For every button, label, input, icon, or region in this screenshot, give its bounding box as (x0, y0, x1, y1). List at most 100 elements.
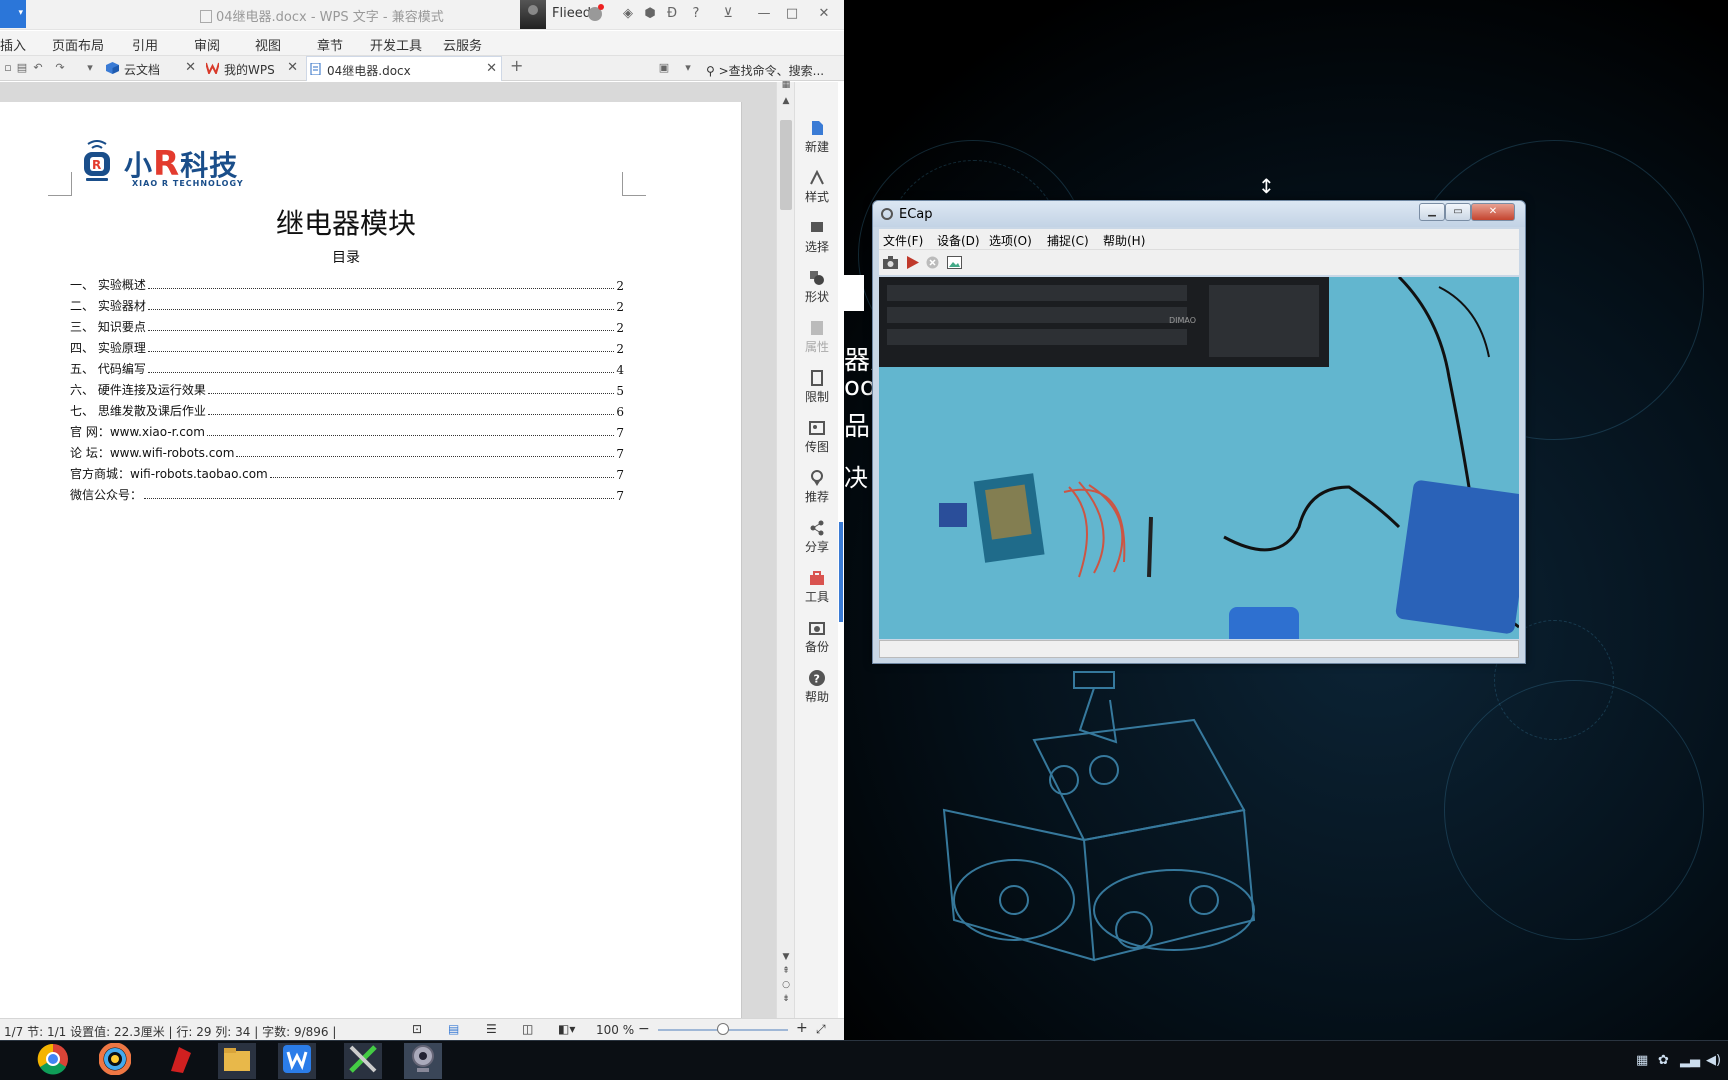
ecap-menu-file[interactable]: 文件(F) (883, 232, 923, 249)
browse-object-icon[interactable]: ○ (781, 980, 791, 990)
red-app-icon[interactable] (162, 1043, 200, 1079)
zoom-out-icon[interactable]: − (638, 1021, 650, 1037)
toc-entry[interactable]: 官 网：www.xiao-r.com 7 (70, 419, 624, 440)
prev-page-icon[interactable]: ⇞ (781, 966, 791, 976)
quick-access-dropdown-icon[interactable]: ▾ (84, 62, 96, 74)
menu-insert[interactable]: 插入 (0, 35, 26, 54)
toc-entry[interactable]: 六、 硬件连接及运行效果 5 (70, 377, 624, 398)
toc-entry[interactable]: 七、 思维发散及课后作业 6 (70, 398, 624, 419)
scroll-up-icon[interactable]: ▲ (781, 96, 791, 106)
zoom-in-icon[interactable]: + (796, 1020, 808, 1036)
chrome-icon[interactable] (34, 1043, 72, 1079)
ecap-menu-help[interactable]: 帮助(H) (1103, 232, 1145, 249)
close-tab-icon[interactable]: ✕ (185, 60, 196, 75)
download-icon[interactable]: ⊻ (720, 6, 736, 22)
fullscreen-view-icon[interactable]: ⊡ (412, 1022, 422, 1036)
user-name[interactable]: Flieed (552, 6, 591, 21)
ruler-toggle-icon[interactable]: ▦ (781, 80, 791, 90)
document-canvas[interactable]: R 小R科技 XIAO R TECHNOLOGY 继电器模块 目录 一、 实验概… (0, 82, 776, 1040)
document-page[interactable]: R 小R科技 XIAO R TECHNOLOGY 继电器模块 目录 一、 实验概… (0, 102, 742, 1040)
side-share[interactable]: 分享 (795, 520, 839, 555)
fit-window-icon[interactable]: ⤢ (816, 1022, 826, 1037)
side-shape[interactable]: 形状 (795, 270, 839, 305)
tools-icon[interactable] (344, 1043, 382, 1079)
menu-references[interactable]: 引用 (132, 35, 158, 54)
side-style[interactable]: 样式 (795, 170, 839, 205)
scroll-thumb[interactable] (780, 120, 792, 210)
toc-entry[interactable]: 论 坛：www.wifi-robots.com 7 (70, 440, 624, 461)
ecap-close-button[interactable]: ✕ (1471, 203, 1515, 221)
stop-icon[interactable] (925, 256, 940, 269)
toc-entry[interactable]: 五、 代码编写 4 (70, 356, 624, 377)
user-avatar[interactable] (520, 0, 546, 29)
notification-badge-icon[interactable] (588, 4, 604, 21)
ecap-maximize-button[interactable]: ▭ (1445, 203, 1471, 221)
color-picker-icon[interactable] (96, 1042, 134, 1079)
settings-icon[interactable]: ⬢ (642, 6, 658, 22)
menu-page-layout[interactable]: 页面布局 (52, 35, 104, 54)
toc-entry[interactable]: 微信公众号： 7 (70, 482, 624, 503)
ecap-title-bar[interactable]: ECap ▁ ▭ ✕ (873, 201, 1525, 227)
tab-current-document[interactable]: 04继电器.docx ✕ (306, 56, 502, 81)
tray-network-icon[interactable]: ▦ (1636, 1053, 1648, 1068)
side-send-image[interactable]: 传图 (795, 420, 839, 455)
toc-entry[interactable]: 一、 实验概述 2 (70, 272, 624, 293)
side-backup[interactable]: 备份 (795, 620, 839, 655)
menu-cloud[interactable]: 云服务 (443, 35, 482, 54)
maximize-button[interactable]: □ (784, 6, 800, 22)
scroll-down-icon[interactable]: ▼ (781, 952, 791, 962)
tray-input-icon[interactable]: ✿ (1658, 1053, 1669, 1068)
tray-volume-icon[interactable]: ◀) (1706, 1053, 1721, 1068)
web-view-icon[interactable]: ◫ (522, 1022, 533, 1036)
side-recommend[interactable]: 推荐 (795, 470, 839, 505)
close-tab-icon[interactable]: ✕ (287, 60, 298, 75)
new-tab-icon[interactable]: + (510, 58, 523, 74)
feedback-icon[interactable]: Ɖ (664, 6, 680, 22)
save-icon[interactable]: ▫ (2, 62, 14, 74)
ecap-menu-capture[interactable]: 捕捉(C) (1047, 232, 1089, 249)
tab-cloud-docs[interactable]: 云文档 ✕ (104, 56, 200, 81)
picture-icon[interactable] (947, 256, 962, 269)
page-view-icon[interactable]: ▤ (448, 1022, 459, 1036)
tray-signal-icon[interactable]: ▂▄ (1680, 1053, 1700, 1068)
toc-entry[interactable]: 官方商城：wifi-robots.taobao.com 7 (70, 461, 624, 482)
skin-icon[interactable]: ◈ (620, 6, 636, 22)
print-preview-icon[interactable]: ▤ (16, 62, 28, 74)
screen-icon[interactable]: ▣ (658, 62, 670, 74)
minimize-button[interactable]: — (756, 6, 772, 22)
panel-collapse-handle[interactable] (839, 522, 843, 622)
eye-protection-icon[interactable]: ◧▾ (558, 1022, 575, 1036)
toc-entry[interactable]: 二、 实验器材 2 (70, 293, 624, 314)
wps-writer-icon[interactable] (278, 1043, 316, 1079)
outline-view-icon[interactable]: ☰ (486, 1022, 497, 1036)
close-tab-icon[interactable]: ✕ (486, 61, 497, 76)
command-search[interactable]: ⚲ >查找命令、搜索... (706, 62, 824, 79)
toc-entry[interactable]: 三、 知识要点 2 (70, 314, 624, 335)
undo-icon[interactable]: ↶ (32, 62, 44, 74)
camera-snapshot-icon[interactable] (883, 256, 898, 269)
side-restrict[interactable]: 限制 (795, 370, 839, 405)
menu-developer[interactable]: 开发工具 (370, 35, 422, 54)
menu-review[interactable]: 审阅 (194, 35, 220, 54)
side-help[interactable]: ? 帮助 (795, 670, 839, 705)
file-explorer-icon[interactable] (218, 1043, 256, 1079)
side-select[interactable]: 选择 (795, 220, 839, 255)
side-new[interactable]: 新建 (795, 120, 839, 155)
ecap-minimize-button[interactable]: ▁ (1419, 203, 1445, 221)
tab-my-wps[interactable]: 我的WPS ✕ (204, 56, 302, 81)
redo-icon[interactable]: ↷ (54, 62, 66, 74)
ecap-menu-options[interactable]: 选项(O) (989, 232, 1032, 249)
next-page-icon[interactable]: ⇟ (781, 994, 791, 1004)
ecap-menu-device[interactable]: 设备(D) (937, 232, 980, 249)
side-tools[interactable]: 工具 (795, 570, 839, 605)
close-button[interactable]: ✕ (816, 6, 832, 22)
app-menu-button[interactable]: ▾ (0, 0, 26, 28)
toc-entry[interactable]: 四、 实验原理 2 (70, 335, 624, 356)
webcam-icon[interactable] (404, 1043, 442, 1079)
menu-chapter[interactable]: 章节 (317, 35, 343, 54)
side-properties[interactable]: 属性 (795, 320, 839, 355)
tools-dropdown-icon[interactable]: ▾ (682, 62, 694, 74)
help-icon[interactable]: ? (688, 6, 704, 22)
record-play-icon[interactable] (905, 256, 920, 269)
vertical-scrollbar[interactable]: ▦ ▲ ▼ ⇞ ○ ⇟ (776, 80, 794, 1020)
